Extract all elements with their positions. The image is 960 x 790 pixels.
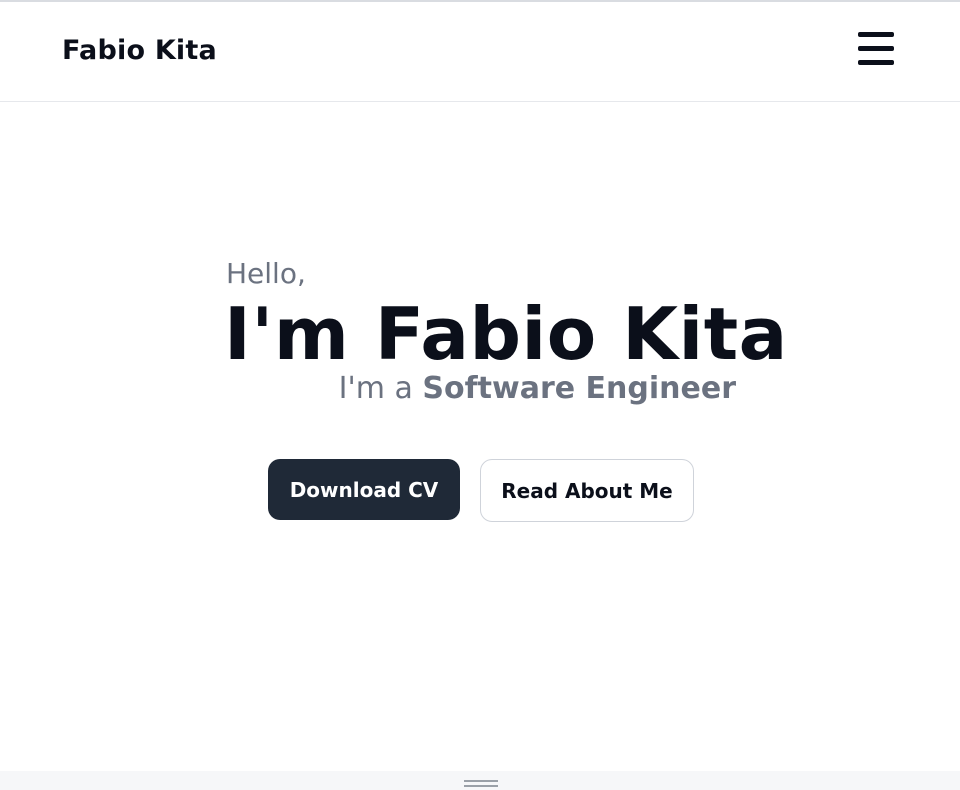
hero-greeting: Hello, — [226, 257, 306, 290]
hamburger-menu-button[interactable] — [854, 30, 898, 68]
navbar: Fabio Kita — [0, 2, 960, 102]
brand-logo-text[interactable]: Fabio Kita — [62, 34, 217, 68]
hero-name-heading: I'm Fabio Kita — [224, 292, 788, 376]
hero-role-title: Software Engineer — [422, 371, 736, 406]
hero-section: Hello, I'm Fabio Kita I'm a Software Eng… — [0, 103, 960, 771]
bottom-panel-strip — [0, 771, 960, 790]
read-about-me-button[interactable]: Read About Me — [480, 459, 694, 522]
download-cv-button[interactable]: Download CV — [268, 459, 460, 520]
drag-handle-icon[interactable] — [464, 780, 498, 788]
hero-role-line: I'm a Software Engineer — [339, 370, 736, 408]
hero-role-prefix: I'm a — [338, 371, 423, 406]
